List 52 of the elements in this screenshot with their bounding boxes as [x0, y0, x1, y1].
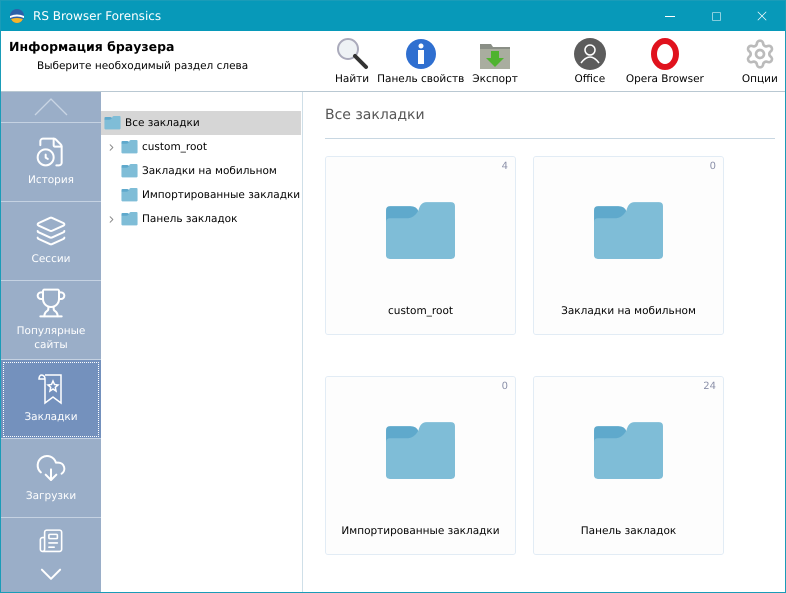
item-count: 4 — [502, 161, 508, 172]
folder-name: Панель закладок — [580, 525, 676, 537]
folder-icon — [121, 164, 138, 178]
folder-name: Импортированные закладки — [341, 525, 500, 537]
item-count: 24 — [703, 381, 716, 392]
folder-card[interactable]: 4 custom_root — [325, 156, 516, 335]
header-subtitle: Выберите необходимый раздел слева — [37, 60, 250, 72]
toolbar-button[interactable]: Панель свойств — [373, 38, 468, 85]
search-icon — [335, 36, 370, 70]
toolbar-button[interactable]: Opera Browser — [622, 38, 708, 85]
folder-icon — [592, 202, 665, 259]
folder-icon — [384, 422, 457, 479]
info-icon — [404, 38, 437, 70]
toolbar-button[interactable]: Опции — [738, 38, 782, 85]
tree-item[interactable]: Закладки на мобильном — [101, 159, 301, 183]
user-icon — [574, 38, 606, 70]
toolbar-button[interactable]: Экспорт — [468, 40, 522, 85]
document-icon — [37, 528, 65, 554]
tree-label: Все закладки — [125, 117, 200, 129]
maximize-icon — [710, 10, 722, 22]
tree-label: custom_root — [142, 141, 207, 153]
layers-icon — [35, 215, 67, 248]
tree-label: Панель закладок — [142, 213, 238, 225]
folder-icon — [592, 422, 665, 479]
tree-item[interactable]: Панель закладок — [101, 207, 301, 231]
tree-label: Импортированные закладки — [142, 189, 300, 201]
folder-icon — [121, 140, 138, 154]
toolbar-button[interactable]: Найти — [331, 36, 374, 85]
trophy-icon — [35, 287, 67, 320]
folder-name: Закладки на мобильном — [561, 305, 696, 317]
gear-icon — [744, 38, 776, 70]
folder-icon — [121, 188, 138, 202]
folder-icon — [384, 202, 457, 259]
folder-name: custom_root — [388, 305, 453, 317]
folder-icon — [104, 116, 121, 130]
opera-icon — [650, 38, 679, 70]
tree-label: Закладки на мобильном — [142, 165, 277, 177]
folder-card[interactable]: 24 Панель закладок — [533, 376, 724, 555]
content-title: Все закладки — [325, 92, 775, 139]
header-title: Информация браузера — [9, 39, 176, 54]
item-count: 0 — [502, 381, 508, 392]
folder-card[interactable]: 0 Импортированные закладки — [325, 376, 516, 555]
folder-icon — [121, 212, 138, 226]
tree-item[interactable]: custom_root — [101, 135, 301, 159]
folder-card[interactable]: 0 Закладки на мобильном — [533, 156, 724, 335]
item-count: 0 — [710, 161, 716, 172]
tree-item[interactable]: Импортированные закладки — [101, 183, 301, 207]
tree-item[interactable]: Все закладки — [101, 111, 301, 135]
app-logo-icon — [9, 8, 25, 24]
toolbar-button[interactable]: Office — [570, 38, 610, 85]
window-title: RS Browser Forensics — [33, 9, 162, 23]
chevron-up-icon — [34, 98, 68, 116]
